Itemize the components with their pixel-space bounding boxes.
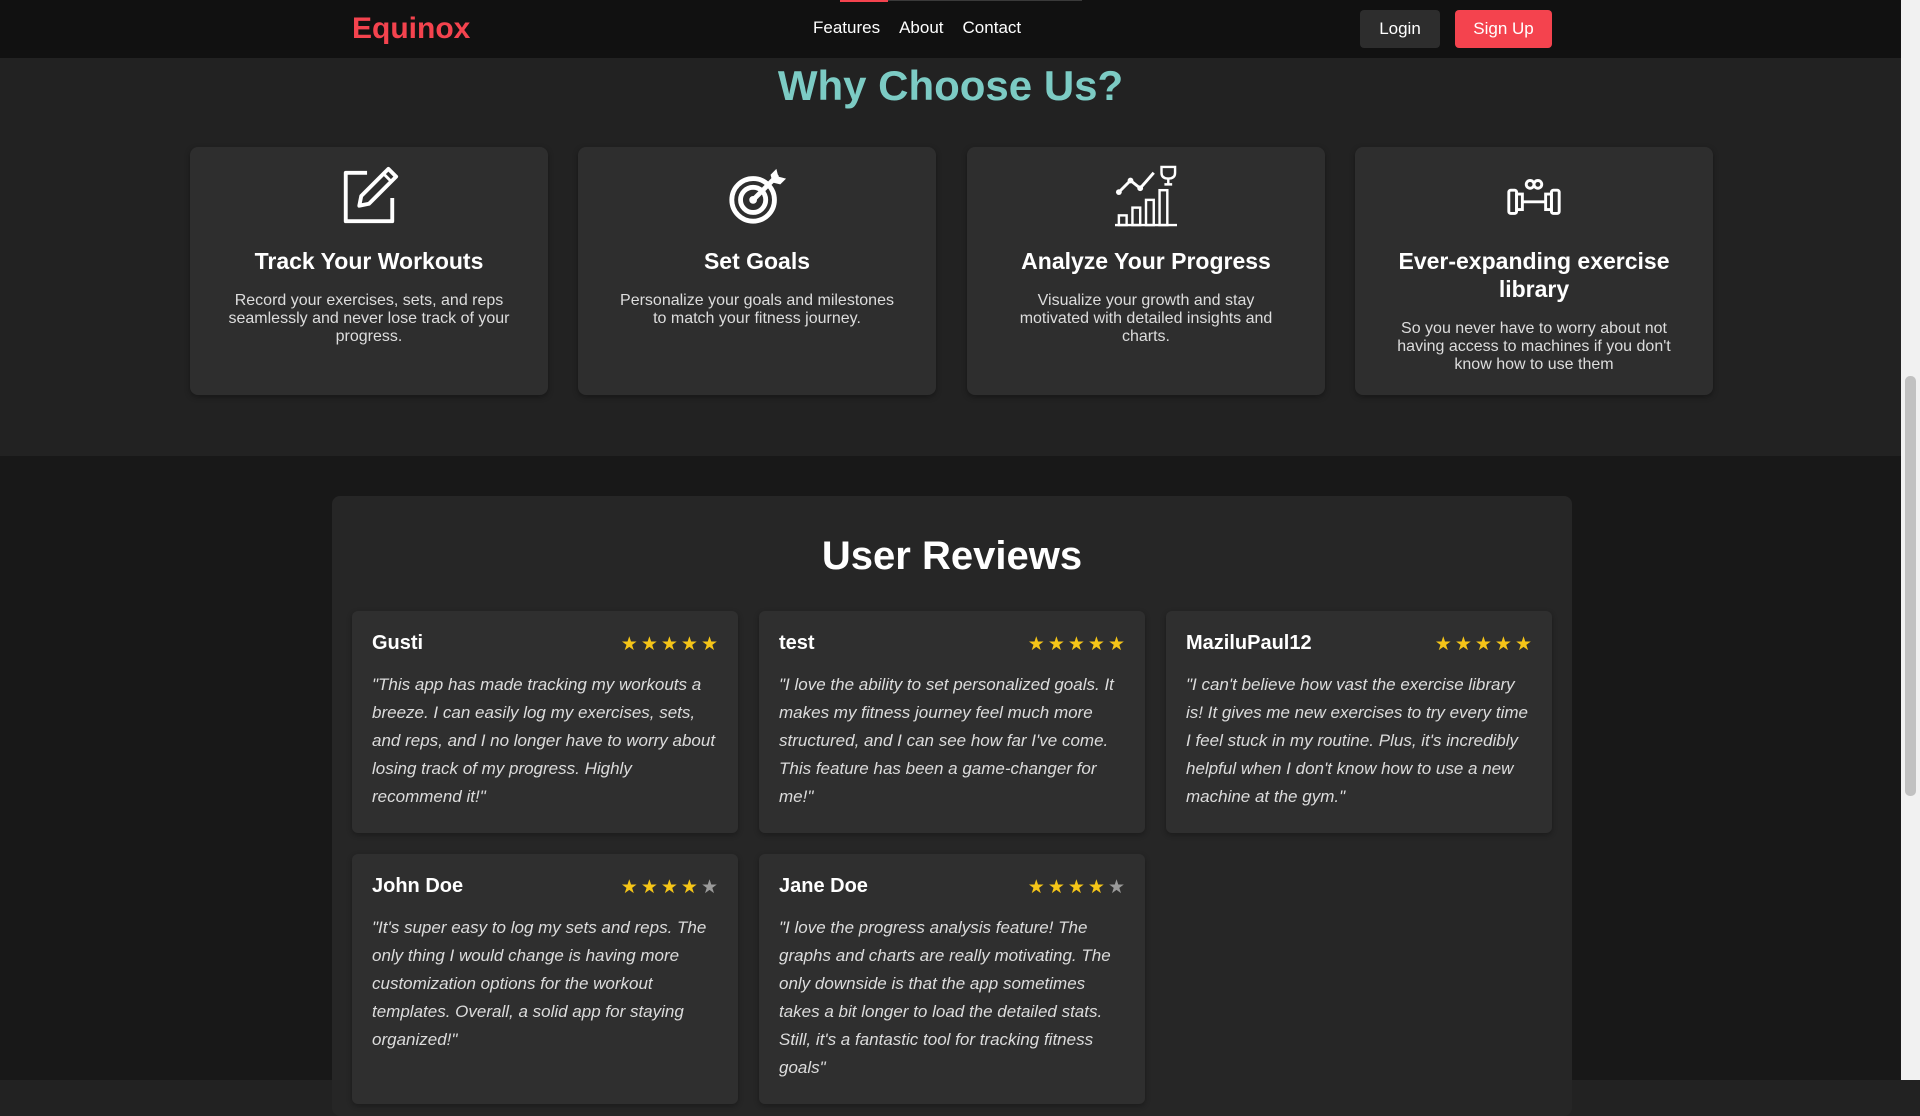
review-text: "I love the ability to set personalized … [779, 675, 1114, 806]
reviewer-name: MaziluPaul12 [1186, 631, 1312, 654]
feature-description: Visualize your growth and stay motivated… [1019, 292, 1273, 345]
star-filled-icon: ★ [1047, 634, 1065, 655]
target-icon [729, 168, 787, 224]
star-filled-icon: ★ [1087, 877, 1105, 898]
star-rating: ★ ★ ★ ★ ★ [1028, 631, 1125, 655]
star-filled-icon: ★ [1027, 877, 1045, 898]
reviewer-name: Gusti [372, 631, 424, 654]
star-empty-icon: ★ [700, 877, 718, 898]
review-text: "I can't believe how vast the exercise l… [1186, 675, 1528, 806]
review-text: "It's super easy to log my sets and reps… [372, 918, 707, 1049]
reviewer-name: John Doe [372, 874, 464, 897]
star-filled-icon: ★ [1087, 634, 1105, 655]
review-text: "This app has made tracking my workouts … [372, 675, 716, 806]
signup-button[interactable]: Sign Up [1455, 10, 1552, 48]
star-rating: ★ ★ ★ ★ ★ [1435, 631, 1532, 655]
star-filled-icon: ★ [1107, 634, 1125, 655]
feature-card-exercise-library: Ever-expanding exercise library So you n… [1355, 147, 1713, 395]
review-card: Jane Doe ★ ★ ★ ★ ★ "I love the progress anal… [759, 854, 1145, 1104]
feature-title: Track Your Workouts [254, 248, 484, 274]
reviews-panel: User Reviews Gusti ★ ★ ★ ★ ★ "This app has m… [332, 496, 1572, 1116]
review-card: test ★ ★ ★ ★ ★ "I love the ability to set pe… [759, 611, 1145, 833]
star-empty-icon: ★ [1107, 877, 1125, 898]
star-filled-icon: ★ [1067, 634, 1085, 655]
login-button[interactable]: Login [1360, 10, 1440, 48]
star-filled-icon: ★ [640, 634, 658, 655]
review-card: MaziluPaul12 ★ ★ ★ ★ ★ "I can't believe how … [1166, 611, 1552, 833]
star-filled-icon: ★ [1454, 634, 1472, 655]
nav-links: Features About Contact [813, 17, 1021, 39]
reviewer-name: test [779, 631, 815, 654]
reviewer-name: Jane Doe [779, 874, 868, 897]
page-scrollbar[interactable] [1901, 0, 1920, 1080]
feature-title: Set Goals [703, 248, 811, 274]
star-rating: ★ ★ ★ ★ ★ [621, 874, 718, 898]
reviews-title: User Reviews [821, 534, 1083, 578]
star-filled-icon: ★ [660, 877, 678, 898]
navbar: Equinox Features About Contact Login Sig… [0, 0, 1901, 58]
star-filled-icon: ★ [640, 877, 658, 898]
edit-icon [343, 166, 399, 224]
star-filled-icon: ★ [1067, 877, 1085, 898]
star-filled-icon: ★ [1474, 634, 1492, 655]
feature-card-track-workouts: Track Your Workouts Record your exercise… [190, 147, 548, 395]
feature-description: Record your exercises, sets, and reps se… [228, 292, 510, 345]
star-filled-icon: ★ [700, 634, 718, 655]
feature-description: So you never have to worry about not hav… [1397, 320, 1671, 373]
review-text: "I love the progress analysis feature! T… [779, 918, 1111, 1077]
star-filled-icon: ★ [1047, 877, 1065, 898]
nav-link-about[interactable]: About [899, 17, 943, 39]
star-filled-icon: ★ [680, 877, 698, 898]
nav-link-contact[interactable]: Contact [963, 17, 1022, 39]
review-card: John Doe ★ ★ ★ ★ ★ "It's super easy to log m… [352, 854, 738, 1104]
star-filled-icon: ★ [680, 634, 698, 655]
nav-active-indicator [840, 0, 888, 2]
brand-logo[interactable]: Equinox [352, 10, 470, 48]
star-filled-icon: ★ [660, 634, 678, 655]
dumbbell-icon [1507, 179, 1561, 215]
feature-card-analyze-progress: Analyze Your Progress Visualize your gro… [967, 147, 1325, 395]
star-filled-icon: ★ [620, 877, 638, 898]
feature-description: Personalize your goals and milestones to… [620, 292, 894, 327]
features-section: Why Choose Us? Track Your Workouts Recor… [0, 58, 1901, 456]
scrollbar-thumb[interactable] [1905, 376, 1916, 796]
star-filled-icon: ★ [1514, 634, 1532, 655]
star-filled-icon: ★ [1027, 634, 1045, 655]
star-filled-icon: ★ [1494, 634, 1512, 655]
features-title: Why Choose Us? [777, 62, 1124, 109]
nav-indicator-track [888, 0, 1082, 1]
feature-card-set-goals: Set Goals Personalize your goals and mil… [578, 147, 936, 395]
star-filled-icon: ★ [620, 634, 638, 655]
star-rating: ★ ★ ★ ★ ★ [621, 631, 718, 655]
growth-chart-icon [1115, 165, 1177, 227]
feature-title: Analyze Your Progress [1021, 248, 1271, 274]
review-card: Gusti ★ ★ ★ ★ ★ "This app has made tracking … [352, 611, 738, 833]
star-filled-icon: ★ [1434, 634, 1452, 655]
star-rating: ★ ★ ★ ★ ★ [1028, 874, 1125, 898]
feature-title: Ever-expanding exercise library [1398, 248, 1670, 302]
nav-link-features[interactable]: Features [813, 17, 880, 39]
